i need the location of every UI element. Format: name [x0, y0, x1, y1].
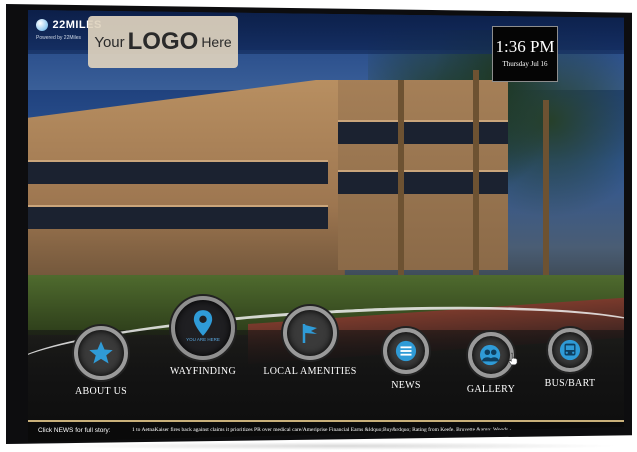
- news-list-icon: [395, 340, 417, 362]
- window-row: [338, 170, 508, 194]
- nav-bus-bart-label: BUS/BART: [544, 378, 596, 389]
- window-row: [28, 160, 328, 184]
- nav-news-label: NEWS: [391, 380, 421, 391]
- people-icon: [480, 344, 501, 366]
- window-row: [28, 205, 328, 229]
- star-icon: [89, 341, 113, 364]
- nav-about-us-label: ABOUT US: [75, 386, 127, 397]
- clock-widget: 1:36 PM Thursday Jul 16: [492, 26, 558, 82]
- hand-pointer-icon: [508, 352, 518, 366]
- client-logo-placeholder: Your LOGO Here: [88, 16, 238, 68]
- kiosk-screen: 22MILES Powered by 22Miles Your LOGO Her…: [28, 10, 624, 442]
- logo-text-logo: LOGO: [127, 28, 199, 55]
- nav-bus-bart[interactable]: BUS/BART: [540, 328, 600, 389]
- logo-text-here: Here: [201, 34, 232, 50]
- you-are-here-label: YOU ARE HERE: [186, 337, 220, 342]
- nav-news[interactable]: NEWS: [378, 328, 434, 391]
- nav-wayfinding-label: WAYFINDING: [170, 366, 236, 377]
- window-row: [338, 120, 508, 144]
- clock-date: Thursday Jul 16: [502, 60, 548, 68]
- logo-text-your: Your: [94, 33, 125, 51]
- nav-about-us[interactable]: ABOUT US: [64, 326, 138, 397]
- bus-icon: [559, 339, 581, 361]
- clock-time: 1:36 PM: [495, 37, 555, 56]
- palm-trunk: [473, 70, 479, 310]
- location-pin-icon: [193, 310, 213, 336]
- nav-wayfinding[interactable]: YOU ARE HERE WAYFINDING: [160, 296, 246, 377]
- nav-local-amenities-label: LOCAL AMENITIES: [263, 366, 357, 377]
- nav-gallery-label: GALLERY: [466, 384, 516, 395]
- monitor-shadow: [60, 442, 620, 450]
- brand-logo-icon: [36, 18, 48, 31]
- ticker-label: Click NEWS for full story:: [38, 427, 111, 434]
- flag-icon: [302, 324, 317, 343]
- nav-local-amenities[interactable]: LOCAL AMENITIES: [258, 306, 362, 377]
